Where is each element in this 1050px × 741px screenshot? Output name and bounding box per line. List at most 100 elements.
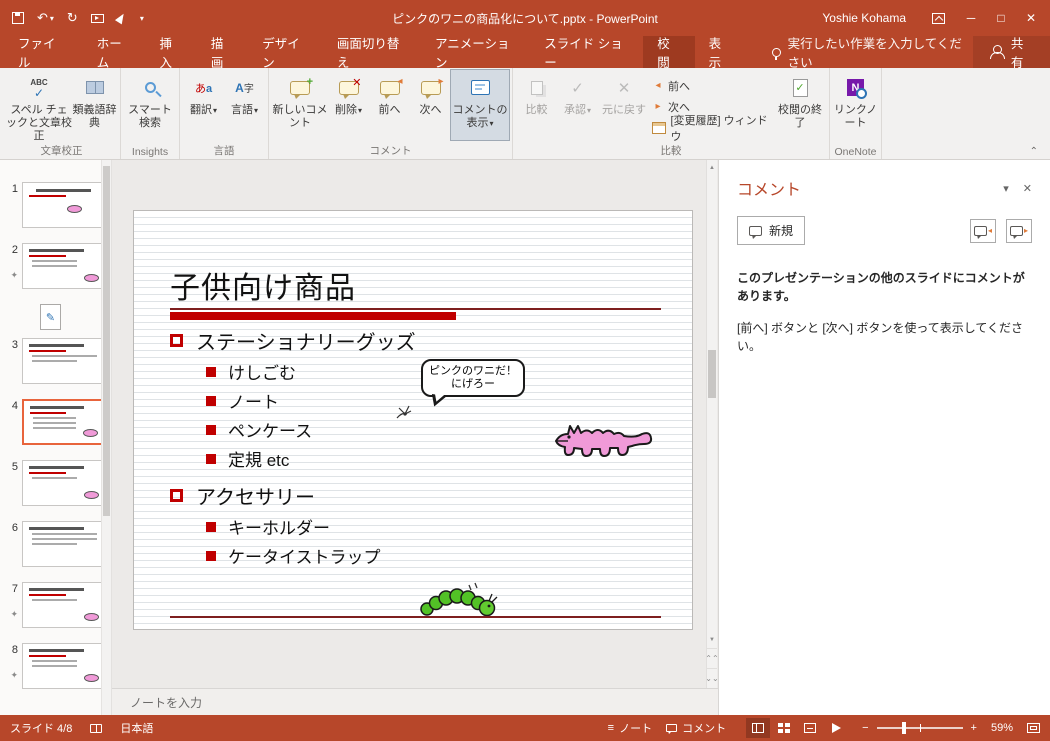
zoom-slider[interactable]: [876, 722, 963, 734]
slide-1-thumbnail[interactable]: [22, 182, 105, 228]
accept-button[interactable]: ✓ 承認▾: [557, 70, 598, 140]
linked-notes-button[interactable]: N リンクノート: [833, 70, 878, 140]
slide-sorter-view-button[interactable]: [772, 718, 796, 738]
tab-animations[interactable]: アニメーション: [421, 36, 530, 70]
notes-input-bar[interactable]: ノートを入力: [112, 688, 718, 715]
undo-button[interactable]: ↶ ▾: [37, 10, 54, 26]
maximize-button[interactable]: □: [986, 0, 1016, 36]
previous-comment-button[interactable]: ◂ 前へ: [369, 70, 410, 140]
slideshow-view-button[interactable]: [824, 718, 848, 738]
bullet-text[interactable]: アクセサリー: [196, 481, 315, 510]
slide-5-thumbnail[interactable]: [22, 460, 105, 506]
thumbnail-slide-2[interactable]: 2 ✦: [2, 243, 105, 289]
slide-2-thumbnail[interactable]: [22, 243, 105, 289]
thumbnail-slide-5[interactable]: 5: [2, 460, 105, 506]
bullet-text[interactable]: ステーショナリーグッズ: [196, 326, 416, 355]
reviewing-pane-button[interactable]: [変更履歴] ウィンドウ: [650, 115, 774, 143]
slide-4-thumbnail[interactable]: [22, 399, 105, 445]
next-comment-button[interactable]: ▸ 次へ: [410, 70, 451, 140]
delete-comment-button[interactable]: ✕ 削除▾: [328, 70, 369, 140]
zoom-percentage[interactable]: 59%: [991, 722, 1013, 734]
undo-caret-icon[interactable]: ▾: [50, 14, 54, 23]
slide-8-thumbnail[interactable]: [22, 643, 105, 689]
pink-crocodile-clipart[interactable]: [554, 414, 654, 464]
previous-change-button[interactable]: ◂ 前へ: [650, 76, 774, 95]
next-comment-pane-button[interactable]: ▸: [1006, 218, 1032, 243]
pane-options-caret-icon[interactable]: ▾: [1003, 182, 1009, 195]
translate-button[interactable]: あa 翻訳▾: [183, 70, 224, 140]
previous-comment-pane-button[interactable]: ◂: [970, 218, 996, 243]
bullet-text[interactable]: ペンケース: [228, 417, 312, 442]
redo-button[interactable]: ↻: [67, 10, 78, 26]
slide-title[interactable]: 子供向け商品: [170, 263, 356, 307]
scroll-down-button[interactable]: ▼: [707, 632, 717, 648]
fit-to-window-icon[interactable]: [1027, 723, 1040, 733]
compare-button[interactable]: 比較: [516, 70, 557, 140]
minimize-button[interactable]: ─: [956, 0, 986, 36]
slide-3-thumbnail[interactable]: [22, 338, 105, 384]
pane-close-icon[interactable]: ✕: [1023, 182, 1032, 195]
new-comment-pane-button[interactable]: 新規: [737, 216, 806, 245]
green-caterpillar-clipart[interactable]: [417, 577, 502, 619]
tab-review[interactable]: 校閲: [643, 36, 695, 70]
slide-canvas[interactable]: 子供向け商品 ステーショナリーグッズ けしごむ ノート ペンケース 定規 etc…: [133, 210, 693, 630]
bullet-text[interactable]: ノート: [228, 388, 279, 413]
slide-vertical-scrollbar[interactable]: ▲ ▼ ⌃⌃ ⌄⌄: [705, 160, 719, 688]
thumbnail-scrollbar-thumb[interactable]: [103, 166, 110, 516]
save-button[interactable]: [12, 12, 24, 24]
zoom-slider-thumb[interactable]: [902, 722, 907, 734]
previous-slide-button[interactable]: ⌃⌃: [705, 648, 719, 668]
thumbnail-slide-3[interactable]: 3: [2, 338, 105, 384]
tell-me-box[interactable]: 実行したい作業を入力してください: [772, 36, 973, 70]
collapse-ribbon-button[interactable]: ⌃: [1030, 146, 1038, 157]
thumbnail-slide-8[interactable]: 8 ✦: [2, 643, 105, 689]
bullet-text[interactable]: ケータイストラップ: [228, 543, 381, 568]
user-name[interactable]: Yoshie Kohama: [822, 11, 906, 25]
language-button[interactable]: A字 言語▾: [224, 70, 265, 140]
spelling-button[interactable]: ABC ✓ スペル チェックと文章校正: [6, 70, 72, 143]
slide-6-thumbnail[interactable]: [22, 521, 105, 567]
tab-view[interactable]: 表示: [695, 36, 746, 70]
ribbon-display-options-button[interactable]: [926, 0, 956, 36]
reading-view-button[interactable]: [798, 718, 822, 738]
smart-lookup-button[interactable]: スマート検索: [124, 70, 176, 140]
bullet-text[interactable]: キーホルダー: [228, 514, 330, 539]
zoom-in-button[interactable]: +: [971, 722, 977, 734]
tab-draw[interactable]: 描画: [197, 36, 248, 70]
thumbnail-slide-4[interactable]: 4: [2, 399, 105, 445]
thumbnail-slide-1[interactable]: 1: [2, 182, 105, 228]
thesaurus-button[interactable]: 類義語辞典: [72, 70, 117, 140]
thumbnail-slide-6[interactable]: 6: [2, 521, 105, 567]
tab-slideshow[interactable]: スライド ショー: [530, 36, 643, 70]
normal-view-button[interactable]: [746, 718, 771, 738]
proofing-status-icon[interactable]: [90, 723, 103, 733]
new-comment-button[interactable]: + 新しいコメント: [272, 70, 328, 140]
next-slide-button[interactable]: ⌄⌄: [705, 668, 719, 688]
comments-toggle-button[interactable]: コメント: [666, 720, 726, 736]
bullet-text[interactable]: 定規 etc: [228, 446, 289, 471]
zoom-out-button[interactable]: −: [862, 722, 868, 734]
thumbnail-scrollbar[interactable]: [101, 160, 111, 715]
fly-doodle[interactable]: [394, 403, 416, 421]
scroll-up-button[interactable]: ▲: [707, 160, 717, 176]
tab-insert[interactable]: 挿入: [145, 36, 196, 70]
close-button[interactable]: ✕: [1016, 0, 1046, 36]
notes-toggle-button[interactable]: ≡ ノート: [608, 720, 652, 736]
bullet-text[interactable]: けしごむ: [228, 359, 296, 384]
slide-7-thumbnail[interactable]: [22, 582, 105, 628]
tab-home[interactable]: ホーム: [83, 36, 146, 70]
touch-mouse-mode-button[interactable]: [114, 11, 127, 25]
customize-qat-button[interactable]: ▾: [138, 14, 144, 23]
language-indicator[interactable]: 日本語: [120, 720, 153, 736]
show-comments-button[interactable]: コメントの表示▾: [450, 69, 510, 141]
share-button[interactable]: 共有: [973, 36, 1050, 70]
tab-file[interactable]: ファイル: [0, 36, 83, 70]
end-review-button[interactable]: ✓ 校閲の終了: [774, 70, 826, 140]
thumbnail-slide-7[interactable]: 7 ✦: [2, 582, 105, 628]
reject-button[interactable]: ✕ 元に戻す: [598, 70, 650, 140]
tab-transitions[interactable]: 画面切り替え: [323, 36, 421, 70]
tab-design[interactable]: デザイン: [248, 36, 323, 70]
start-slideshow-button[interactable]: [90, 13, 104, 23]
speech-bubble-callout[interactable]: ピンクのワニだ！ にげろー: [421, 359, 525, 397]
slide-body-text[interactable]: ステーショナリーグッズ けしごむ ノート ペンケース 定規 etc アクセサリー…: [170, 323, 416, 570]
